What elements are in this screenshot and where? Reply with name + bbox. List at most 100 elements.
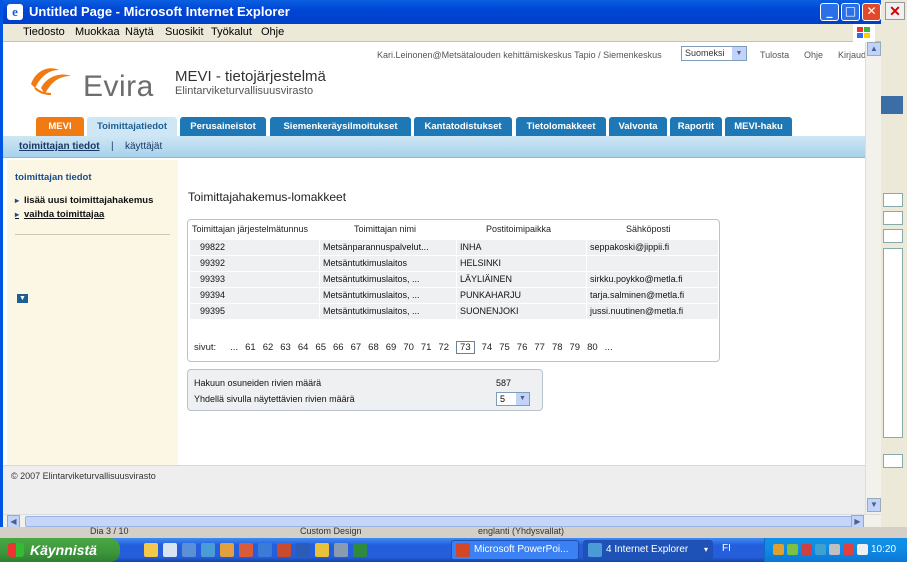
sidebar-item-label: lisää uusi toimittajahakemus	[24, 195, 154, 206]
page-link-current[interactable]: 73	[456, 341, 475, 354]
rows-per-page-select[interactable]: 5 ▼	[496, 392, 530, 406]
page-link[interactable]: 66	[333, 342, 344, 353]
horizontal-scrollbar[interactable]: ◀ ▶	[3, 514, 881, 528]
bullet-icon: ▸	[15, 210, 20, 219]
app-icon[interactable]	[239, 543, 253, 557]
table-row[interactable]: 99394 Metsäntutkimuslaitos, ... PUNKAHAR…	[190, 288, 718, 304]
subnav-users[interactable]: käyttäjät	[125, 141, 162, 152]
page-link[interactable]: 67	[351, 342, 362, 353]
expand-arrow-icon[interactable]: ▼	[17, 294, 28, 303]
language-select[interactable]: Suomeksi ▼	[681, 46, 747, 61]
tray-icon[interactable]	[773, 544, 784, 555]
page-link[interactable]: 69	[386, 342, 397, 353]
ie-window: e Untitled Page - Microsoft Internet Exp…	[0, 0, 881, 530]
ie-logo-icon: e	[7, 4, 23, 20]
page-link[interactable]: 78	[552, 342, 563, 353]
tray-icon[interactable]	[787, 544, 798, 555]
column-header: Sähköposti	[626, 224, 671, 234]
excel-icon[interactable]	[353, 543, 367, 557]
minimize-button[interactable]: _	[820, 3, 839, 21]
background-field	[883, 193, 903, 207]
folder-icon[interactable]	[144, 543, 158, 557]
page-link[interactable]: ...	[605, 342, 613, 353]
task-powerpoint[interactable]: Microsoft PowerPoi...	[451, 540, 579, 560]
close-button[interactable]: ✕	[862, 3, 881, 21]
sidebar-item-change-supplier[interactable]: ▸ vaihda toimittajaa	[15, 209, 104, 220]
sub-navigation: toimittajan tiedot | käyttäjät	[3, 136, 865, 158]
page-link[interactable]: 72	[438, 342, 449, 353]
table-row[interactable]: 99822 Metsänparannuspalvelut... INHA sep…	[190, 240, 718, 256]
page-link[interactable]: 79	[570, 342, 581, 353]
print-link[interactable]: Tulosta	[760, 50, 789, 60]
menu-edit[interactable]: Muokkaa	[75, 26, 120, 38]
powerpoint-icon[interactable]	[277, 543, 291, 557]
sidebar-item-new-application[interactable]: ▸ lisää uusi toimittajahakemus	[15, 195, 153, 206]
table-row[interactable]: 99393 Metsäntutkimuslaitos, ... LÄYLIÄIN…	[190, 272, 718, 288]
menu-help[interactable]: Ohje	[261, 26, 284, 38]
vertical-scrollbar[interactable]: ▲ ▼	[865, 42, 881, 514]
app-icon[interactable]	[220, 543, 234, 557]
tray-icon[interactable]	[829, 544, 840, 555]
tray-icon[interactable]	[815, 544, 826, 555]
clock: 10:20	[871, 544, 897, 555]
column-header: Toimittajan järjestelmätunnus	[192, 224, 309, 234]
app-icon[interactable]	[258, 543, 272, 557]
app-icon[interactable]	[334, 543, 348, 557]
page-link[interactable]: 77	[534, 342, 545, 353]
menu-view[interactable]: Näytä	[125, 26, 154, 38]
maximize-button[interactable]: □	[841, 3, 860, 21]
task-internet-explorer[interactable]: 4 Internet Explorer ▾	[583, 540, 713, 560]
tab-kantatodistukset[interactable]: Kantatodistukset	[414, 117, 512, 136]
cell-city: LÄYLIÄINEN	[460, 274, 513, 284]
column-header: Postitoimipaikka	[486, 224, 552, 234]
scroll-down-icon[interactable]: ▼	[867, 498, 881, 512]
page-link[interactable]: 64	[298, 342, 309, 353]
tab-valvonta[interactable]: Valvonta	[609, 117, 667, 136]
background-close-icon[interactable]: ✕	[885, 2, 905, 20]
tab-toimittajatiedot[interactable]: Toimittajatiedot	[87, 117, 177, 137]
start-button[interactable]: Käynnistä	[0, 538, 120, 562]
help-link[interactable]: Ohje	[804, 50, 823, 60]
tray-icon[interactable]	[843, 544, 854, 555]
task-label: Microsoft PowerPoi...	[474, 544, 569, 555]
page-link[interactable]: 63	[280, 342, 291, 353]
tab-mevi-haku[interactable]: MEVI-haku	[725, 117, 792, 136]
page-link[interactable]: 65	[315, 342, 326, 353]
scroll-up-icon[interactable]: ▲	[867, 42, 881, 56]
subnav-supplier-info[interactable]: toimittajan tiedot	[19, 141, 100, 152]
page-link[interactable]: 68	[368, 342, 379, 353]
page-link[interactable]: 70	[403, 342, 414, 353]
tab-mevi[interactable]: MEVI	[36, 117, 84, 136]
tab-tietolomakkeet[interactable]: Tietolomakkeet	[516, 117, 606, 136]
cell-email: tarja.salminen@metla.fi	[590, 290, 685, 300]
scroll-thumb[interactable]	[25, 516, 853, 527]
table-row[interactable]: 99395 Metsäntutkimuslaitos, ... SUONENJO…	[190, 304, 718, 320]
page-link[interactable]: 62	[263, 342, 274, 353]
page-link[interactable]: ...	[230, 342, 238, 353]
page-link[interactable]: 61	[245, 342, 256, 353]
tray-icon[interactable]	[801, 544, 812, 555]
page-link[interactable]: 75	[499, 342, 510, 353]
word-icon[interactable]	[296, 543, 310, 557]
logout-link[interactable]: Kirjaud	[838, 50, 866, 60]
table-row[interactable]: 99392 Metsäntutkimuslaitos HELSINKI	[190, 256, 718, 272]
app-icon[interactable]	[315, 543, 329, 557]
page-link[interactable]: 76	[517, 342, 528, 353]
page-link[interactable]: 74	[482, 342, 493, 353]
desktop-icon[interactable]	[163, 543, 177, 557]
title-bar[interactable]: e Untitled Page - Microsoft Internet Exp…	[3, 0, 881, 24]
tab-raportit[interactable]: Raportit	[670, 117, 722, 136]
ie-quicklaunch-icon[interactable]	[201, 543, 215, 557]
app-subtitle: Elintarviketurvallisuusvirasto	[175, 85, 314, 97]
menu-tools[interactable]: Työkalut	[211, 26, 252, 38]
tab-perusaineistot[interactable]: Perusaineistot	[180, 117, 266, 136]
input-language[interactable]: FI	[722, 543, 731, 554]
evira-logo: Evira	[27, 62, 153, 107]
tray-icon[interactable]	[857, 544, 868, 555]
tab-siemenkerays[interactable]: Siemenkeräysilmoitukset	[270, 117, 411, 136]
explorer-icon[interactable]	[182, 543, 196, 557]
page-link[interactable]: 80	[587, 342, 598, 353]
menu-file[interactable]: Tiedosto	[23, 26, 65, 38]
page-link[interactable]: 71	[421, 342, 432, 353]
menu-favorites[interactable]: Suosikit	[165, 26, 204, 38]
